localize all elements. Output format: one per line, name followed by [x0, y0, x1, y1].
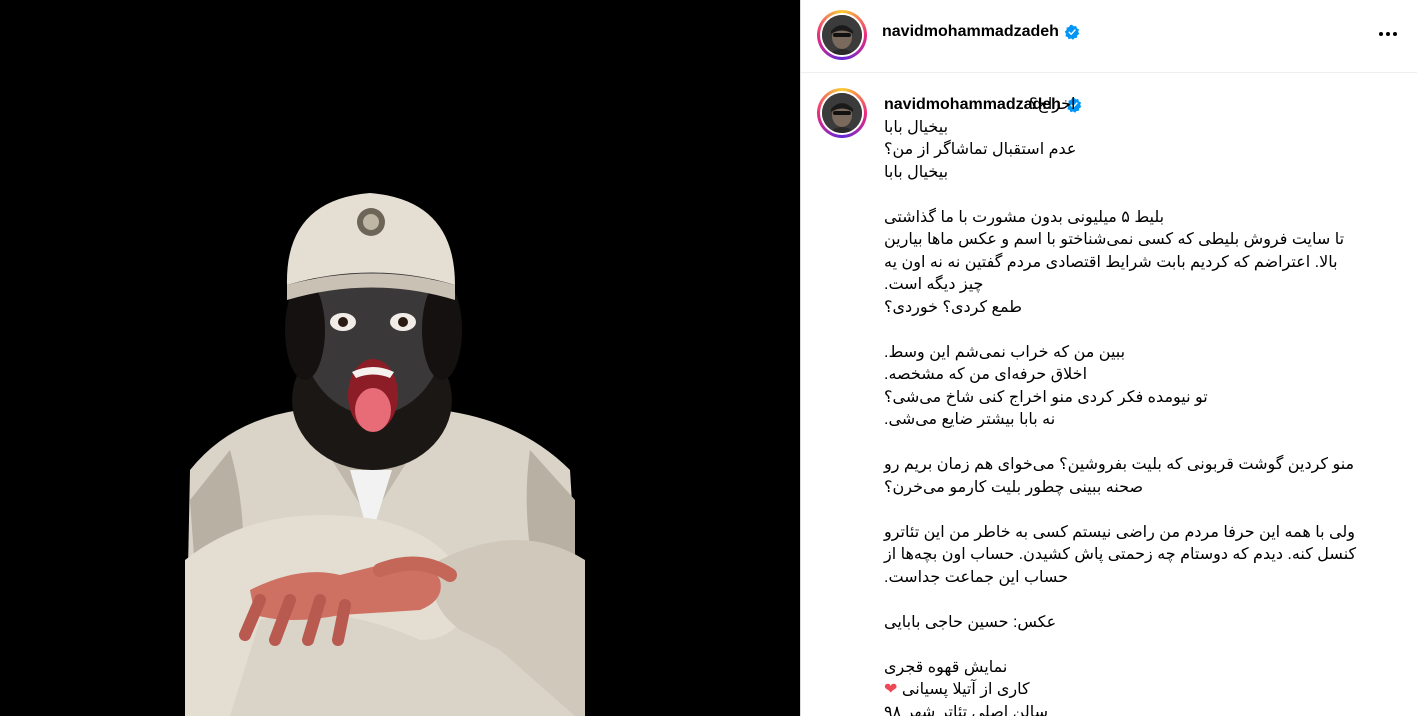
caption-line	[884, 499, 1389, 522]
caption-line: حساب این جماعت جداست.	[884, 568, 1069, 586]
avatar-photo-icon	[822, 15, 862, 55]
caption-line	[884, 589, 1389, 612]
post-photo	[0, 0, 800, 716]
more-options-icon[interactable]	[1376, 22, 1400, 46]
post-side-panel: navidmohammadzadeh navidmohammadzadeh اخ…	[800, 0, 1417, 716]
caption-line: چیز دیگه است.	[884, 276, 984, 293]
post-header: navidmohammadzadeh	[801, 0, 1417, 73]
post-media[interactable]	[0, 0, 800, 716]
caption-line: اخلاق حرفه‌ای من که مشخصه.	[884, 366, 1088, 383]
caption-line: بلیط ۵ میلیونی بدون مشورت با ما گذاشتی	[884, 208, 1165, 226]
caption-line: بیخیال بابا	[884, 163, 949, 181]
caption-line: تو نیومده فکر کردی منو اخراج کنی شاخ می‌…	[884, 388, 1208, 406]
caption-line: بالا. اعتراضم که کردیم بابت شرایط اقتصاد…	[884, 253, 1338, 271]
caption-line: تا سایت فروش بلیطی که کسی نمی‌شناختو با …	[884, 231, 1345, 248]
caption-line: اخراج؟	[1029, 96, 1076, 113]
avatar-photo-icon	[822, 93, 862, 133]
caption-line: کنسل کنه. دیدم که دوستام چه زحمتی پاش کش…	[884, 546, 1357, 563]
header-username[interactable]: navidmohammadzadeh	[882, 23, 1080, 41]
caption-line: صحنه ببینی چطور بلیت کارمو می‌خرن؟	[884, 478, 1144, 496]
avatar-image	[822, 15, 862, 55]
caption-line	[884, 634, 1389, 657]
caption-line: کاری از آتیلا پسیانی ❤	[884, 681, 1030, 698]
caption-line	[884, 319, 1389, 342]
caption-line: نه بابا بیشتر ضایع می‌شی.	[884, 411, 1056, 428]
caption-line: ولی با همه این حرفا مردم من راضی نیستم ک…	[884, 523, 1355, 541]
caption-line: طمع کردی؟ خوردی؟	[884, 298, 1022, 316]
caption-line: منو کردین گوشت قربونی که بلیت بفروشین؟ م…	[884, 456, 1355, 473]
caption-line: بیخیال بابا	[884, 118, 949, 136]
username-text[interactable]: navidmohammadzadeh	[882, 23, 1059, 41]
caption-line: سالن اصلی تئاتر شهر ۹۸	[884, 703, 1049, 716]
caption-line: ببین من که خراب نمی‌شم این وسط.	[884, 343, 1126, 361]
caption-line: عکس: حسین حاجی بابایی	[884, 613, 1057, 631]
post-caption: اخراج؟ بیخیال بابا عدم استقبال تماشاگر از …	[884, 94, 1389, 716]
caption-area: navidmohammadzadeh اخراج؟ بیخیال بابا عدم …	[801, 74, 1417, 716]
caption-avatar[interactable]	[817, 88, 867, 138]
caption-line: نمایش قهوه قجری	[884, 658, 1008, 676]
verified-badge-icon	[1064, 24, 1080, 40]
caption-avatar-image	[822, 93, 862, 133]
avatar[interactable]	[817, 10, 867, 60]
caption-line: عدم استقبال تماشاگر از من؟	[884, 141, 1077, 158]
heart-emoji: ❤	[884, 681, 902, 698]
caption-line	[884, 184, 1389, 207]
caption-line	[884, 432, 1389, 455]
